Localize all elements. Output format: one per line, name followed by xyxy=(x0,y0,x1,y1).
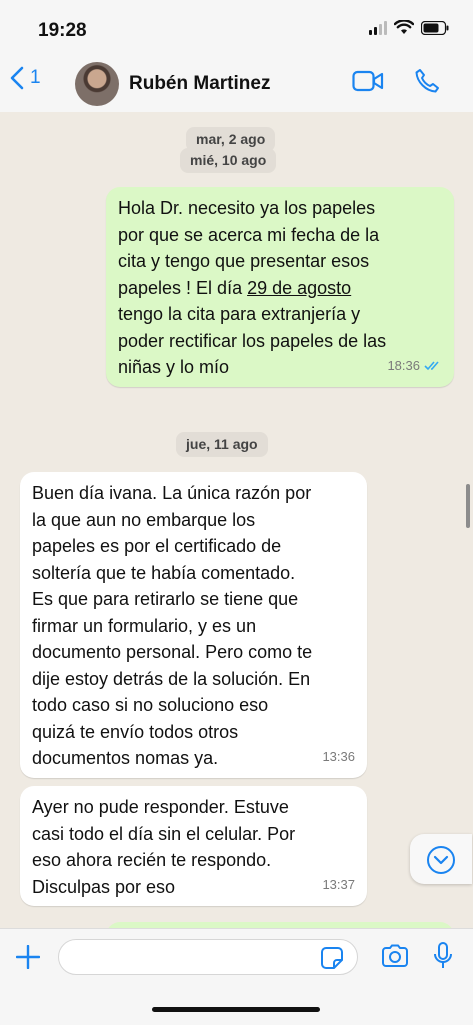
message-time: 13:37 xyxy=(322,876,355,892)
chevron-left-icon xyxy=(10,66,24,90)
chat-area[interactable]: mar, 2 ago mié, 10 ago Hola Dr. necesito… xyxy=(0,112,473,928)
avatar[interactable] xyxy=(75,62,119,106)
date-chip: jue, 11 ago xyxy=(176,432,268,456)
sticker-icon[interactable] xyxy=(320,946,344,970)
phone-icon[interactable] xyxy=(414,68,440,94)
scroll-to-bottom-button[interactable] xyxy=(410,834,472,884)
composer-bar xyxy=(0,928,473,1025)
battery-icon xyxy=(421,20,449,35)
message-time: 13:36 xyxy=(322,748,355,764)
camera-icon[interactable] xyxy=(381,944,409,968)
chat-header: 1 Rubén Martinez xyxy=(0,54,473,113)
status-icons xyxy=(369,20,449,35)
double-check-icon xyxy=(424,361,439,371)
chevron-down-circle-icon xyxy=(427,846,455,874)
message-bubble-outgoing[interactable]: Hola Dr. necesito ya los papeles por que… xyxy=(106,187,454,387)
message-bubble-incoming[interactable]: Buen día ivana. La única razón por la qu… xyxy=(20,472,367,778)
message-text: Buen día ivana. La única razón por la qu… xyxy=(32,483,313,768)
video-call-icon[interactable] xyxy=(352,70,384,92)
message-input[interactable] xyxy=(73,940,317,976)
contact-name[interactable]: Rubén Martinez xyxy=(129,73,270,95)
message-input-field[interactable] xyxy=(58,939,358,976)
back-button[interactable]: 1 xyxy=(10,66,41,90)
home-indicator xyxy=(152,1007,320,1012)
signal-icon xyxy=(369,20,387,35)
message-meta: 13:36 xyxy=(322,744,355,771)
date-link[interactable]: 29 de agosto xyxy=(247,278,351,298)
status-time: 19:28 xyxy=(38,20,87,41)
unread-count: 1 xyxy=(30,67,41,88)
date-chip: mié, 10 ago xyxy=(180,148,277,172)
message-text: Ayer no pude responder. Estuve casi todo… xyxy=(32,797,296,897)
plus-icon[interactable] xyxy=(16,945,40,969)
wifi-icon xyxy=(394,20,414,34)
message-meta: 13:37 xyxy=(322,872,355,899)
message-meta: 18:36 xyxy=(387,353,442,380)
microphone-icon[interactable] xyxy=(433,942,453,970)
message-bubble-incoming[interactable]: Ayer no pude responder. Estuve casi todo… xyxy=(20,786,367,906)
message-time: 18:36 xyxy=(387,357,420,373)
status-bar: 19:28 xyxy=(0,0,473,54)
scrollbar[interactable] xyxy=(466,484,470,528)
